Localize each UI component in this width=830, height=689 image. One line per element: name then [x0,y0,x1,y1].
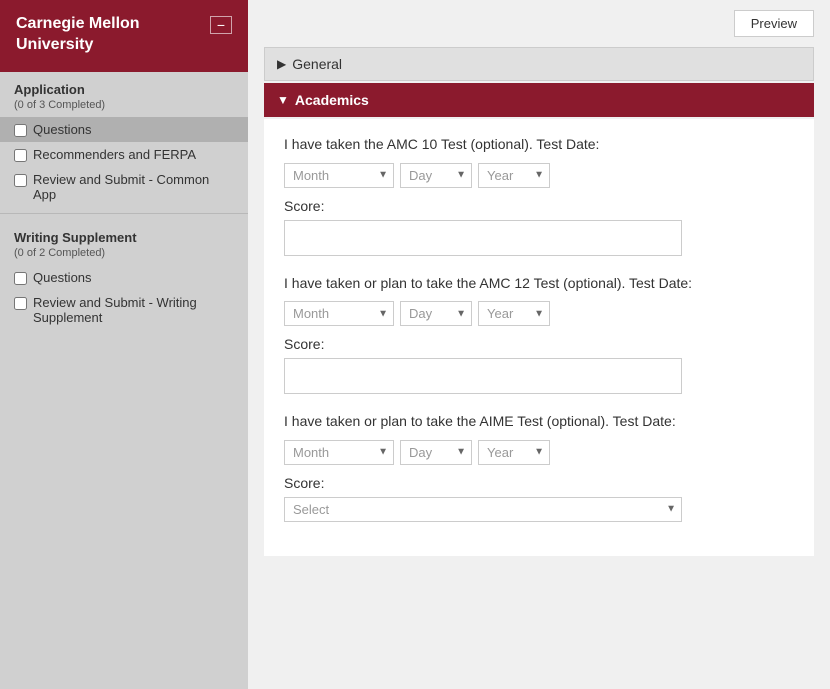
amc10-day-wrapper: Day [400,163,472,188]
main-header: Preview [248,0,830,47]
app-recommenders-label: Recommenders and FERPA [33,147,196,162]
ws-questions-checkbox[interactable] [14,272,27,285]
amc12-day-wrapper: Day [400,301,472,326]
aime-score-select[interactable]: Select [284,497,682,522]
aime-question: I have taken or plan to take the AIME Te… [284,412,794,522]
ws-review-checkbox[interactable] [14,297,27,310]
amc12-year-wrapper: Year [478,301,550,326]
amc10-question-text: I have taken the AMC 10 Test (optional).… [284,135,794,155]
writing-supplement-label: Writing Supplement [0,220,248,247]
amc12-score-label: Score: [284,336,794,352]
aime-question-text: I have taken or plan to take the AIME Te… [284,412,794,432]
amc12-month-select[interactable]: Month [284,301,394,326]
aime-score-label: Score: [284,475,794,491]
amc10-year-select[interactable]: Year [478,163,550,188]
university-name: Carnegie Mellon University [16,14,210,56]
app-review-label: Review and Submit - Common App [33,172,234,202]
aime-month-wrapper: Month [284,440,394,465]
amc10-date-row: Month Day Year [284,163,794,188]
aime-score-wrapper: Select [284,497,682,522]
sidebar-divider [0,213,248,214]
general-section-label: General [292,56,342,72]
aime-day-wrapper: Day [400,440,472,465]
amc12-day-select[interactable]: Day [400,301,472,326]
amc12-month-wrapper: Month [284,301,394,326]
app-questions-label: Questions [33,122,92,137]
ws-review-label: Review and Submit - Writing Supplement [33,295,234,325]
minimize-button[interactable]: − [210,16,232,34]
amc12-question-text: I have taken or plan to take the AMC 12 … [284,274,794,294]
amc12-score-input[interactable] [284,358,682,394]
sidebar-item-app-questions[interactable]: Questions [0,117,248,142]
sidebar-header: Carnegie Mellon University − [0,0,248,72]
aime-year-wrapper: Year [478,440,550,465]
main-content: Preview ▶ General ▼ Academics I have tak… [248,0,830,689]
main-body: ▶ General ▼ Academics I have taken the A… [248,47,830,689]
sidebar-item-app-review[interactable]: Review and Submit - Common App [0,167,248,207]
sidebar-item-app-recommenders[interactable]: Recommenders and FERPA [0,142,248,167]
amc10-question: I have taken the AMC 10 Test (optional).… [284,135,794,256]
application-section-label: Application [0,72,248,99]
general-arrow: ▶ [277,57,286,71]
aime-day-select[interactable]: Day [400,440,472,465]
application-progress: (0 of 3 Completed) [0,99,248,117]
app-recommenders-checkbox[interactable] [14,149,27,162]
ws-questions-label: Questions [33,270,92,285]
aime-date-row: Month Day Year [284,440,794,465]
general-section-bar[interactable]: ▶ General [264,47,814,81]
sidebar-item-ws-questions[interactable]: Questions [0,265,248,290]
app-review-checkbox[interactable] [14,174,27,187]
amc10-month-wrapper: Month [284,163,394,188]
amc10-score-label: Score: [284,198,794,214]
amc12-date-row: Month Day Year [284,301,794,326]
sidebar: Carnegie Mellon University − Application… [0,0,248,689]
academics-section-label: Academics [295,92,369,108]
academics-form: I have taken the AMC 10 Test (optional).… [264,119,814,556]
amc12-question: I have taken or plan to take the AMC 12 … [284,274,794,395]
amc10-score-input[interactable] [284,220,682,256]
aime-year-select[interactable]: Year [478,440,550,465]
amc10-year-wrapper: Year [478,163,550,188]
amc10-month-select[interactable]: Month [284,163,394,188]
sidebar-item-ws-review[interactable]: Review and Submit - Writing Supplement [0,290,248,330]
amc10-day-select[interactable]: Day [400,163,472,188]
aime-month-select[interactable]: Month [284,440,394,465]
academics-arrow: ▼ [277,93,289,107]
amc12-year-select[interactable]: Year [478,301,550,326]
app-questions-checkbox[interactable] [14,124,27,137]
academics-section-bar[interactable]: ▼ Academics [264,83,814,117]
writing-supplement-progress: (0 of 2 Completed) [0,247,248,265]
preview-button[interactable]: Preview [734,10,814,37]
